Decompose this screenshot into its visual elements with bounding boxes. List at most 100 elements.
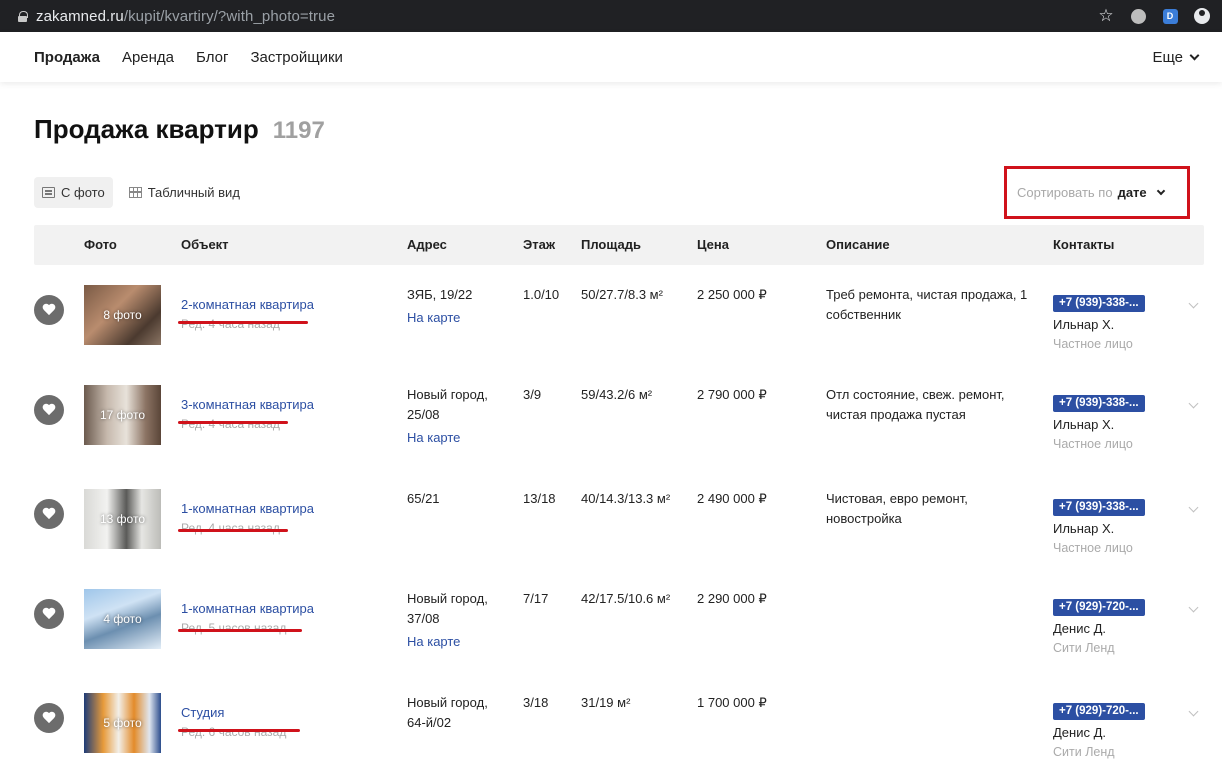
listing-description: Чистовая, евро ремонт, новостройка [826, 491, 968, 526]
listing-photo[interactable]: 4 фото [84, 589, 161, 649]
listing-floor: 7/17 [523, 591, 549, 606]
chevron-down-icon[interactable] [1188, 502, 1199, 513]
listing-row[interactable]: 13 фото 1-комнатная квартира Ред. 4 часа… [34, 479, 1204, 579]
view-photo-button[interactable]: С фото [34, 177, 113, 208]
red-underline-annotation [178, 729, 300, 732]
column-header-area: Площадь [581, 237, 641, 252]
table-header: Фото Объект Адрес Этаж Площадь Цена Опис… [34, 225, 1204, 265]
listing-title-link[interactable]: 3-комнатная квартира [181, 397, 314, 412]
listing-row[interactable]: 5 фото Студия Ред. 6 часов назад Новый г… [34, 683, 1204, 783]
contact-type: Частное лицо [1053, 337, 1133, 351]
more-menu[interactable]: Еще [1152, 32, 1200, 82]
top-navigation: Продажа Аренда Блог Застройщики Еще [0, 32, 1222, 82]
map-link[interactable]: На карте [407, 632, 460, 652]
listing-title-link[interactable]: 2-комнатная квартира [181, 297, 314, 312]
page-title: Продажа квартир [34, 114, 259, 144]
view-table-button[interactable]: Табличный вид [121, 177, 248, 208]
photo-count: 5 фото [103, 716, 142, 730]
listing-title-link[interactable]: Студия [181, 705, 224, 720]
listing-updated-time: Ред. 4 часа назад [181, 417, 280, 431]
view-photo-label: С фото [61, 185, 105, 200]
page-header: Продажа квартир 1197 [34, 114, 325, 145]
contact-name: Ильнар Х. [1053, 317, 1115, 332]
listing-address: 65/21 [407, 491, 440, 506]
listing-row[interactable]: 4 фото 1-комнатная квартира Ред. 5 часов… [34, 579, 1204, 679]
accessibility-icon[interactable] [1194, 8, 1210, 24]
phone-button[interactable]: +7 (939)-338-... [1053, 295, 1145, 312]
column-header-floor: Этаж [523, 237, 556, 252]
map-link[interactable]: На карте [407, 428, 460, 448]
phone-button[interactable]: +7 (939)-338-... [1053, 499, 1145, 516]
listing-photo[interactable]: 5 фото [84, 693, 161, 753]
phone-button[interactable]: +7 (929)-720-... [1053, 703, 1145, 720]
listing-area: 42/17.5/10.6 м² [581, 591, 671, 606]
contact-name: Ильнар Х. [1053, 417, 1115, 432]
listing-area: 40/14.3/13.3 м² [581, 491, 671, 506]
chevron-down-icon[interactable] [1188, 298, 1199, 309]
nav-item-blog[interactable]: Блог [196, 49, 228, 66]
listing-address: Новый город, 37/08 [407, 591, 488, 626]
phone-button[interactable]: +7 (939)-338-... [1053, 395, 1145, 412]
listing-updated-time: Ред. 4 часа назад [181, 317, 280, 331]
phone-button[interactable]: +7 (929)-720-... [1053, 599, 1145, 616]
url-text[interactable]: zakamned.ru/kupit/kvartiry/?with_photo=t… [36, 8, 335, 25]
photo-count: 17 фото [100, 408, 145, 422]
listing-row[interactable]: 17 фото 3-комнатная квартира Ред. 4 часа… [34, 375, 1204, 475]
favorite-button[interactable] [34, 703, 64, 733]
sort-dropdown[interactable]: Сортировать по дате [1004, 166, 1190, 219]
more-label: Еще [1152, 48, 1183, 66]
contact-type: Частное лицо [1053, 541, 1133, 555]
chevron-down-icon [1156, 186, 1165, 195]
listing-title-link[interactable]: 1-комнатная квартира [181, 501, 314, 516]
translate-extension-icon[interactable]: D [1162, 8, 1178, 24]
listing-photo[interactable]: 17 фото [84, 385, 161, 445]
heart-icon [42, 304, 56, 317]
results-count: 1197 [272, 117, 325, 144]
lock-icon [18, 10, 28, 22]
listing-address: Новый город, 64-й/02 [407, 695, 488, 730]
star-icon[interactable]: ☆ [1098, 6, 1114, 25]
list-icon [42, 187, 55, 198]
browser-address-bar[interactable]: zakamned.ru/kupit/kvartiry/?with_photo=t… [0, 0, 1222, 32]
column-header-address: Адрес [407, 237, 447, 252]
contact-type: Частное лицо [1053, 437, 1133, 451]
column-header-description: Описание [826, 237, 890, 252]
contact-name: Денис Д. [1053, 725, 1107, 740]
contact-type: Сити Ленд [1053, 745, 1115, 759]
chevron-down-icon[interactable] [1188, 706, 1199, 717]
listing-description: Отл состояние, свеж. ремонт, чистая прода… [826, 387, 1005, 422]
listing-price: 2 490 000 ₽ [697, 491, 767, 506]
listing-photo[interactable]: 8 фото [84, 285, 161, 345]
map-link[interactable]: На карте [407, 308, 460, 328]
heart-icon [42, 712, 56, 725]
listing-area: 31/19 м² [581, 695, 631, 710]
listing-price: 2 250 000 ₽ [697, 287, 767, 302]
listing-row[interactable]: 8 фото 2-комнатная квартира Ред. 4 часа … [34, 275, 1204, 375]
table-icon [128, 187, 142, 198]
favorite-button[interactable] [34, 395, 64, 425]
listing-floor: 3/9 [523, 387, 542, 402]
chevron-down-icon[interactable] [1188, 398, 1199, 409]
nav-item-developers[interactable]: Застройщики [250, 49, 343, 66]
listing-address: ЗЯБ, 19/22 [407, 287, 473, 302]
favorite-button[interactable] [34, 295, 64, 325]
listing-title-link[interactable]: 1-комнатная квартира [181, 601, 314, 616]
favorite-button[interactable] [34, 599, 64, 629]
extension-icon[interactable] [1130, 8, 1146, 24]
listing-area: 59/43.2/6 м² [581, 387, 653, 402]
listing-photo[interactable]: 13 фото [84, 489, 161, 549]
nav-item-rent[interactable]: Аренда [122, 49, 174, 66]
heart-icon [42, 608, 56, 621]
heart-icon [42, 508, 56, 521]
sort-value: дате [1117, 185, 1147, 200]
heart-icon [42, 404, 56, 417]
red-underline-annotation [178, 629, 302, 632]
nav-item-sale[interactable]: Продажа [34, 49, 100, 66]
photo-count: 8 фото [103, 308, 142, 322]
favorite-button[interactable] [34, 499, 64, 529]
listing-price: 2 290 000 ₽ [697, 591, 767, 606]
sort-label: Сортировать по [1017, 185, 1113, 200]
listing-description: Треб ремонта, чистая продажа, 1 собственн… [826, 287, 1028, 322]
red-underline-annotation [178, 529, 288, 532]
chevron-down-icon[interactable] [1188, 602, 1199, 613]
